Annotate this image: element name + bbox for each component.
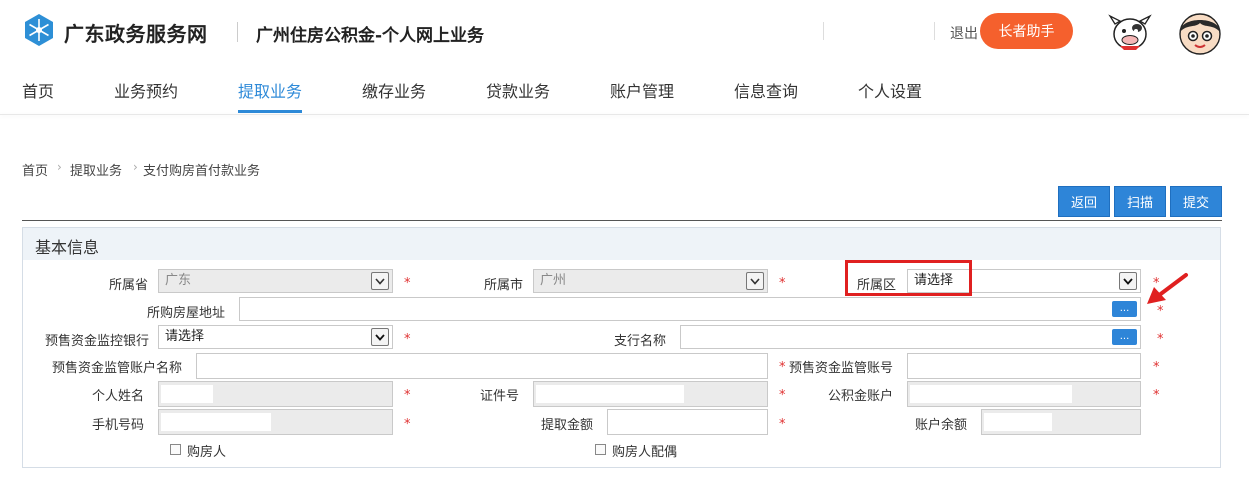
chevron-down-icon <box>1119 272 1137 290</box>
redacted-block <box>910 385 1072 403</box>
phone-input[interactable] <box>158 409 393 435</box>
buyer-checkbox-label[interactable]: 购房人 <box>187 441 226 460</box>
redacted-block <box>984 413 1052 431</box>
bank-label: 预售资金监控银行 <box>45 334 150 349</box>
acct-no-input[interactable] <box>907 353 1141 379</box>
address-browse-button[interactable]: ... <box>1112 301 1137 317</box>
balance-input <box>981 409 1141 435</box>
required-mark: * <box>404 417 411 432</box>
required-mark: * <box>404 276 411 291</box>
nav-appointment[interactable]: 业务预约 <box>114 78 178 102</box>
nav-loan[interactable]: 贷款业务 <box>486 78 550 102</box>
required-mark: * <box>1157 332 1164 347</box>
redacted-block <box>161 385 213 403</box>
spouse-checkbox-label[interactable]: 购房人配偶 <box>612 441 677 460</box>
breadcrumb-withdrawal[interactable]: 提取业务 <box>70 160 122 179</box>
required-mark: * <box>779 276 786 291</box>
nav-account[interactable]: 账户管理 <box>610 78 674 102</box>
province-select[interactable]: 广东 <box>158 269 393 293</box>
bank-select[interactable]: 请选择 <box>158 325 393 349</box>
panel-header <box>23 228 1220 260</box>
name-label: 个人姓名 <box>92 389 145 404</box>
acct-name-label: 预售资金监管账户名称 <box>52 361 183 376</box>
nav-divider <box>0 114 1249 115</box>
red-arrow-icon <box>1147 273 1188 304</box>
bank-value: 请选择 <box>165 329 205 344</box>
address-label: 所购房屋地址 <box>147 306 226 321</box>
breadcrumb-home[interactable]: 首页 <box>22 160 48 179</box>
redacted-block <box>536 385 684 403</box>
province-value: 广东 <box>165 273 192 288</box>
id-no-input[interactable] <box>533 381 768 407</box>
phone-label: 手机号码 <box>92 418 145 433</box>
required-mark: * <box>1157 304 1164 319</box>
back-button[interactable]: 返回 <box>1058 186 1110 217</box>
city-value: 广州 <box>540 273 567 288</box>
id-no-label: 证件号 <box>480 389 520 404</box>
logout-link[interactable]: 退出 <box>950 23 978 43</box>
nav-settings[interactable]: 个人设置 <box>858 78 922 102</box>
site-name[interactable]: 广东政务服务网 <box>64 18 208 47</box>
breadcrumb-current: 支付购房首付款业务 <box>143 164 261 179</box>
branch-browse-button[interactable]: ... <box>1112 329 1137 345</box>
site-subtitle: 广州住房公积金-个人网上业务 <box>256 26 485 46</box>
elder-assistant-button[interactable]: 长者助手 <box>980 13 1073 49</box>
chevron-right-icon: › <box>133 160 138 174</box>
required-mark: * <box>779 360 786 375</box>
required-mark: * <box>1153 360 1160 375</box>
amount-label: 提取金额 <box>541 418 594 433</box>
nav-withdrawal[interactable]: 提取业务 <box>238 78 302 102</box>
header-divider <box>934 22 935 40</box>
section-divider <box>22 220 1222 221</box>
required-mark: * <box>404 332 411 347</box>
acct-name-input[interactable] <box>196 353 768 379</box>
highlight-box <box>845 260 972 296</box>
header-divider <box>237 22 238 42</box>
branch-input[interactable]: ... <box>680 325 1141 349</box>
chevron-right-icon: › <box>57 160 62 174</box>
redacted-block <box>161 413 271 431</box>
header-divider <box>823 22 824 40</box>
fund-acct-label: 公积金账户 <box>828 389 894 404</box>
required-mark: * <box>779 388 786 403</box>
branch-label: 支行名称 <box>614 334 667 349</box>
spouse-checkbox[interactable] <box>595 444 606 455</box>
address-input[interactable]: ... <box>239 297 1141 321</box>
fund-acct-input[interactable] <box>907 381 1141 407</box>
required-mark: * <box>404 388 411 403</box>
city-select[interactable]: 广州 <box>533 269 768 293</box>
nav-query[interactable]: 信息查询 <box>734 78 798 102</box>
nav-active-indicator <box>238 110 302 113</box>
nav-deposit[interactable]: 缴存业务 <box>362 78 426 102</box>
required-mark: * <box>779 417 786 432</box>
cow-mascot-icon[interactable] <box>1106 12 1154 52</box>
chevron-down-icon <box>371 328 389 346</box>
balance-label: 账户余额 <box>915 418 968 433</box>
submit-button[interactable]: 提交 <box>1170 186 1222 217</box>
acct-no-label: 预售资金监管账号 <box>789 361 894 376</box>
nav-home[interactable]: 首页 <box>22 78 54 102</box>
snowflake-logo-icon <box>25 14 53 46</box>
amount-input[interactable] <box>607 409 768 435</box>
chevron-down-icon <box>746 272 764 290</box>
chevron-down-icon <box>371 272 389 290</box>
buyer-checkbox[interactable] <box>170 444 181 455</box>
required-mark: * <box>1153 388 1160 403</box>
panel-title: 基本信息 <box>35 238 100 257</box>
city-label: 所属市 <box>484 278 524 293</box>
name-input[interactable] <box>158 381 393 407</box>
province-label: 所属省 <box>109 278 149 293</box>
scan-button[interactable]: 扫描 <box>1114 186 1166 217</box>
boy-avatar-icon[interactable] <box>1177 10 1223 56</box>
